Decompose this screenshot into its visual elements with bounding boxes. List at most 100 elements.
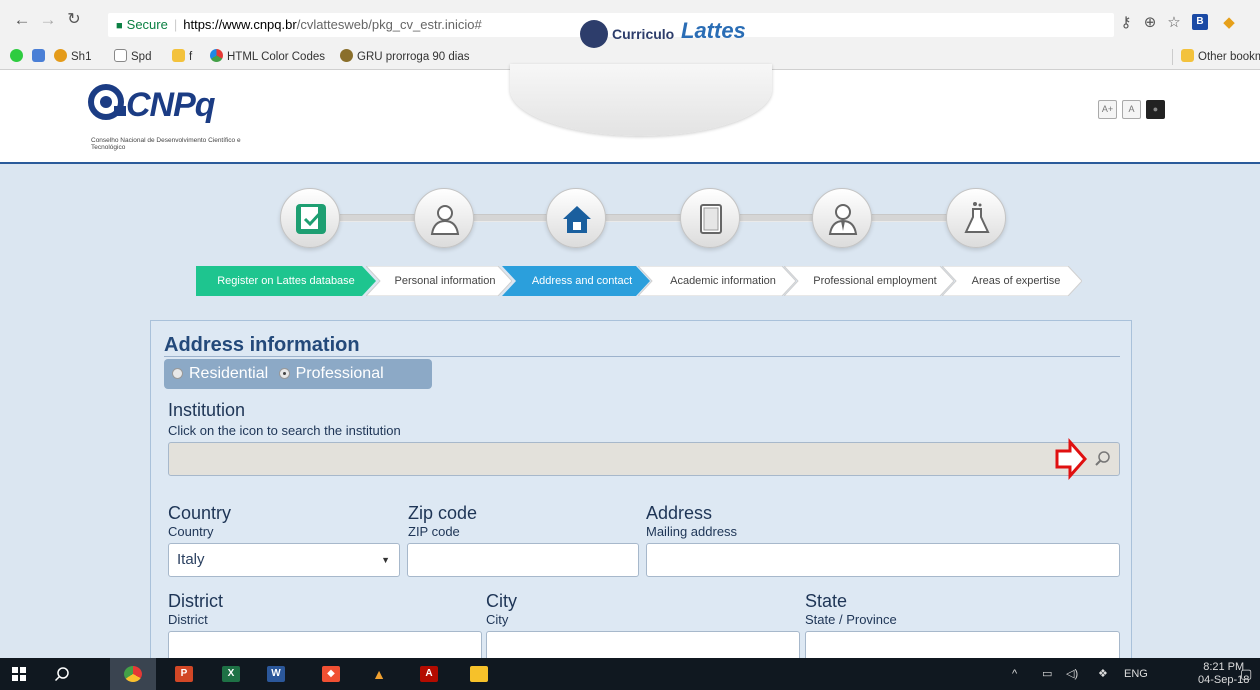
crumb-expertise[interactable]: Areas of expertise [942,266,1082,296]
radio-professional-dot[interactable] [278,368,290,379]
radio-professional[interactable]: Professional [278,365,384,382]
crumb-address[interactable]: Address and contact [502,266,650,296]
bookmark-gru[interactable]: GRU prorroga 90 dias [340,49,470,65]
crumb-register[interactable]: Register on Lattes database [196,266,376,296]
zoom-icon[interactable]: ⊕ [1142,14,1158,32]
file-explorer-icon[interactable] [470,666,488,682]
key-icon[interactable]: ⚷ [1118,14,1134,32]
search-icon[interactable] [54,666,70,682]
country-select[interactable]: Italy ▼ [168,543,400,577]
lock-icon: ■ [116,20,123,32]
windows-start-icon[interactable] [12,667,26,681]
reload-icon[interactable]: ↻ [64,10,84,30]
district-label: District [168,591,223,611]
whatsapp-icon[interactable] [10,49,27,65]
forward-icon[interactable]: → [38,10,58,30]
bookmark-spd[interactable]: Spd [114,49,151,65]
url-path: /cvlattesweb/pkg_cv_estr.inicio# [296,17,482,32]
step-academic-circle[interactable] [680,188,740,248]
institution-hint: Click on the icon to search the institut… [168,423,401,438]
crumb-label: Address and contact [531,275,633,287]
volume-icon[interactable]: ◁) [1066,666,1078,682]
network-icon[interactable]: ▭ [1042,666,1052,682]
radio-residential-dot[interactable] [172,368,183,379]
language-indicator[interactable]: ENG [1124,666,1148,682]
step-address-circle[interactable] [546,188,606,248]
flask-icon [964,202,990,233]
chrome-icon[interactable] [124,666,142,682]
checklist-icon [296,204,326,234]
bookmark-html-color-codes[interactable]: HTML Color Codes [210,49,325,65]
crumb-label: Areas of expertise [971,275,1061,287]
crumb-label: Register on Lattes database [217,275,355,287]
font-increase-button[interactable]: A+ [1098,100,1117,119]
country-hint: Country [168,524,214,539]
radio-residential[interactable]: Residential [172,365,268,382]
matlab-icon[interactable]: ▲ [370,666,388,682]
git-icon[interactable]: ◆ [322,666,340,682]
bookmark-label: GRU prorroga 90 dias [357,51,470,63]
step-register-circle[interactable] [280,188,340,248]
star-icon[interactable]: ☆ [1166,14,1182,32]
district-hint: District [168,612,208,627]
font-normal-button[interactable]: A [1122,100,1141,119]
address-bar[interactable]: ■ Secure | https://www.cnpq.br/cvlattesweb/… [108,13,1114,37]
word-icon[interactable]: W [267,666,285,682]
zip-hint: ZIP code [408,524,460,539]
extension-b-icon[interactable]: B [1192,14,1208,30]
city-hint: City [486,612,509,627]
zip-label: Zip code [408,503,478,523]
institution-label: Institution [168,400,246,420]
crumb-label: Academic information [670,275,776,287]
search-institution-icon[interactable] [1094,450,1112,468]
bookmark-f[interactable]: f [172,49,192,65]
notifications-icon[interactable]: ▢ [1240,666,1252,682]
country-value: Italy [177,551,205,568]
bookmark-sh1[interactable]: Sh1 [54,49,91,65]
address-type-radio-group: Residential Professional [164,359,432,389]
crumb-label: Personal information [394,275,496,287]
step-expertise-circle[interactable] [946,188,1006,248]
bookmark-label: HTML Color Codes [227,51,325,63]
other-bookmarks-label: Other bookma [1198,51,1260,63]
cnpq-logo-icon [88,84,126,120]
address-label: Address [646,503,713,523]
radio-professional-label: Professional [295,365,384,382]
lattes-logo-icon [580,20,608,48]
address-field[interactable] [646,543,1120,577]
zip-field[interactable] [407,543,639,577]
high-contrast-button[interactable]: ● [1146,100,1165,119]
powerpoint-icon[interactable]: P [175,666,193,682]
chevron-down-icon: ▼ [381,555,390,565]
extension-bird-icon[interactable]: ◆ [1220,14,1238,32]
crumb-professional[interactable]: Professional employment [784,266,954,296]
person-icon [430,205,460,235]
country-label: Country [168,503,232,523]
acrobat-icon[interactable]: A [420,666,438,682]
site-header: CNPq Conselho Nacional de Desenvolviment… [0,64,1260,164]
institution-field[interactable] [168,442,1120,476]
excel-icon[interactable]: X [222,666,240,682]
tray-chevron-icon[interactable]: ^ [1012,666,1017,682]
secure-label: Secure [126,17,168,32]
other-bookmarks[interactable]: Other bookma [1172,49,1260,65]
house-icon [563,206,591,233]
section-divider [164,356,1120,357]
windows-taskbar: P X W ◆ ▲ A ^ ▭ ◁) ❖ ENG 8:21 PM 04-Sep-… [0,658,1260,690]
city-label: City [486,591,517,611]
step-personal-circle[interactable] [414,188,474,248]
translate-icon[interactable] [32,49,49,65]
bookmark-label: Spd [131,51,152,63]
crumb-personal[interactable]: Personal information [366,266,512,296]
address-hint: Mailing address [646,524,738,539]
crumb-academic[interactable]: Academic information [638,266,796,296]
book-icon [700,204,722,234]
state-hint: State / Province [805,612,897,627]
dropbox-icon[interactable]: ❖ [1098,666,1108,682]
bookmark-label: f [189,51,193,63]
back-icon[interactable]: ← [12,10,32,30]
crumb-label: Professional employment [813,275,937,287]
lattes-title: Lattes [681,18,746,43]
professional-icon [828,204,858,235]
step-professional-circle[interactable] [812,188,872,248]
